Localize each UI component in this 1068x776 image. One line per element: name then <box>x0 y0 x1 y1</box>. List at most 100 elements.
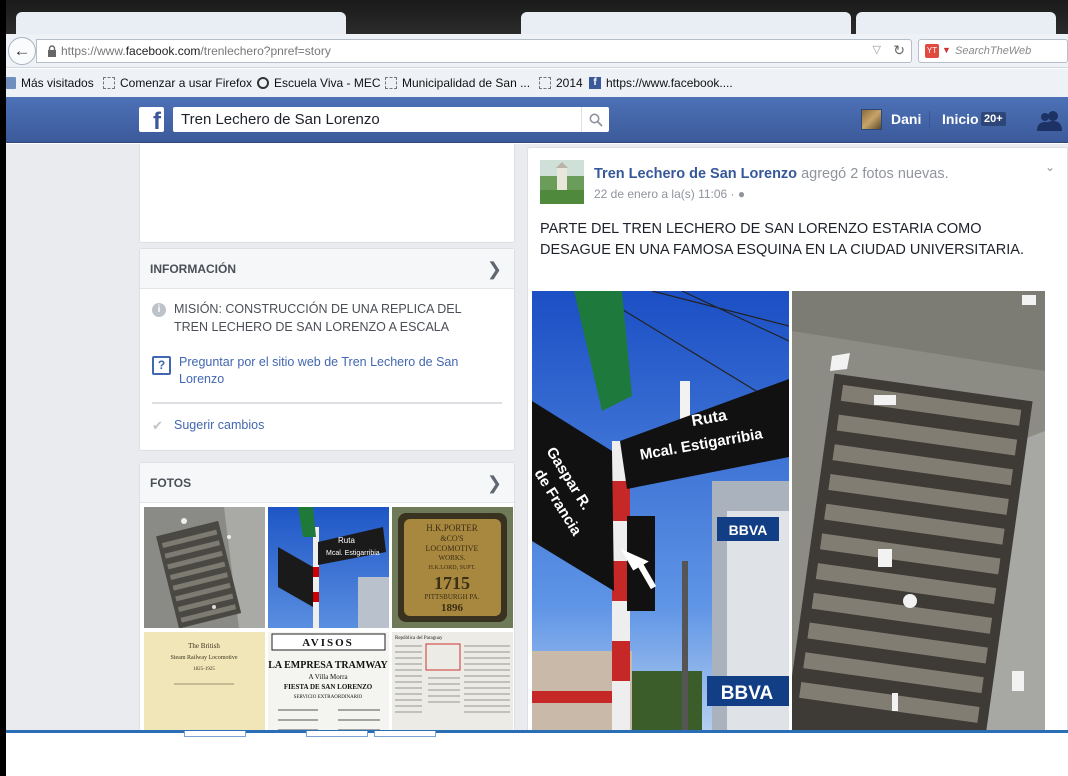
page-content: INFORMACIÓN ❯ i MISIÓN: CONSTRUCCIÓN DE U… <box>6 144 1068 730</box>
browser-tab[interactable] <box>521 12 851 34</box>
bookmark-item[interactable]: Más visitados <box>6 76 94 90</box>
info-icon: i <box>152 303 166 317</box>
tab-strip <box>6 0 1068 34</box>
post-header: Tren Lechero de San Lorenzo agregó 2 fot… <box>594 166 949 182</box>
escuela-icon <box>257 77 269 89</box>
book-text: The British <box>188 642 220 650</box>
reload-icon[interactable]: ↻ <box>893 42 905 59</box>
post-action: agregó 2 fotos nuevas. <box>801 166 949 182</box>
sign-text: Mcal. Estigarribia <box>326 550 380 557</box>
chevron-right-icon[interactable]: ❯ <box>487 473 502 494</box>
taskbar-button[interactable] <box>374 731 436 737</box>
newspaper-text: República del Paraguay <box>395 636 443 641</box>
blank-page-icon <box>539 77 551 89</box>
url-bar[interactable]: https://www.facebook.com/trenlechero?pnr… <box>36 39 912 63</box>
bank-sign: BBVA <box>729 522 768 538</box>
profile-link[interactable]: Dani <box>891 111 921 127</box>
browser-tab[interactable] <box>856 12 1056 34</box>
post-timestamp[interactable]: 22 de enero a la(s) 11:06 <box>594 187 727 201</box>
navigation-bar: ← https://www.facebook.com/trenlechero?p… <box>6 34 1068 68</box>
facebook-search-input[interactable]: Tren Lechero de San Lorenzo <box>173 107 609 132</box>
web-search-box[interactable]: YT ▼ SearchTheWeb <box>918 39 1068 63</box>
facebook-icon: f <box>589 77 601 89</box>
avisos-text: SERVICIO EXTRAORDINARIO <box>294 695 363 700</box>
bookmark-item[interactable]: Municipalidad de San ... <box>385 76 530 90</box>
plate-text: LOCOMOTIVE <box>426 544 479 553</box>
facebook-logo[interactable]: f <box>139 107 164 132</box>
photos-header[interactable]: FOTOS ❯ <box>140 463 514 503</box>
lock-icon <box>48 45 56 57</box>
back-button[interactable]: ← <box>8 37 36 65</box>
suggest-changes-link[interactable]: Sugerir cambios <box>174 418 264 432</box>
brass-plate-photo: H.K.PORTER &CO'S LOCOMOTIVE WORKS. H.K.L… <box>392 507 513 628</box>
bookmark-label: Más visitados <box>21 76 94 90</box>
chevron-down-icon[interactable]: ▼ <box>942 45 951 55</box>
post-photo[interactable] <box>792 291 1045 730</box>
bank-sign: BBVA <box>721 683 774 704</box>
chevron-down-icon[interactable]: ⌄ <box>1045 160 1055 174</box>
friend-requests-icon[interactable] <box>1037 109 1063 131</box>
blank-page-icon <box>385 77 397 89</box>
bookmark-item[interactable]: 2014 <box>539 76 583 90</box>
facebook-search-value: Tren Lechero de San Lorenzo <box>181 111 380 128</box>
back-arrow-icon: ← <box>13 41 31 60</box>
avisos-text: A Villa Morra <box>308 673 348 681</box>
bookmark-label: Municipalidad de San ... <box>402 76 531 90</box>
photo-thumbnail[interactable]: República del Paraguay <box>392 632 513 730</box>
book-text: 1825-1925 <box>193 667 215 672</box>
photo-thumbnail[interactable]: H.K.PORTER &CO'S LOCOMOTIVE WORKS. H.K.L… <box>392 507 513 628</box>
drain-photo <box>144 507 265 628</box>
photo-thumbnail[interactable]: The British Steam Railway Locomotive 182… <box>144 632 265 730</box>
street-signs-photo: BBVA BBVA Ruta Mcal. Estigarribia Gaspar… <box>532 291 789 730</box>
page-name-link[interactable]: Tren Lechero de San Lorenzo <box>594 166 797 182</box>
photo-thumbnail[interactable]: AVISOS LA EMPRESA TRAMWAY A Villa Morra … <box>268 632 389 730</box>
bookmark-item[interactable]: Escuela Viva - MEC <box>257 76 380 90</box>
post-photo[interactable]: BBVA BBVA Ruta Mcal. Estigarribia Gaspar… <box>532 291 789 730</box>
post-card: Tren Lechero de San Lorenzo agregó 2 fot… <box>527 147 1068 730</box>
drain-photo <box>792 291 1045 730</box>
url-dropdown-icon[interactable]: ▽ <box>873 43 881 56</box>
avisos-text: LA EMPRESA TRAMWAY <box>268 660 388 671</box>
book-text: Steam Railway Locomotive <box>171 655 238 661</box>
photos-card: FOTOS ❯ Ruta Mcal. Estigarribia H.K.PORT… <box>139 462 515 730</box>
taskbar-button[interactable] <box>184 731 246 737</box>
bookmark-item[interactable]: Comenzar a usar Firefox <box>103 76 252 90</box>
divider <box>929 111 930 129</box>
blank-page-icon <box>103 77 115 89</box>
search-button[interactable] <box>581 107 609 132</box>
bookmark-label: 2014 <box>556 76 583 90</box>
facebook-header: f Tren Lechero de San Lorenzo Dani Inici… <box>6 97 1068 143</box>
web-search-placeholder: SearchTheWeb <box>955 45 1032 57</box>
divider <box>152 402 502 404</box>
post-meta: 22 de enero a la(s) 11:06 · ● <box>594 187 746 201</box>
question-icon: ? <box>152 356 171 375</box>
info-card: INFORMACIÓN ❯ i MISIÓN: CONSTRUCCIÓN DE U… <box>139 248 515 451</box>
info-header[interactable]: INFORMACIÓN ❯ <box>140 249 514 289</box>
plate-text: H.K.PORTER <box>426 523 477 533</box>
globe-icon: ● <box>737 187 746 201</box>
home-link[interactable]: Inicio <box>942 111 979 127</box>
ask-website-link[interactable]: Preguntar por el sitio web de Tren Leche… <box>179 354 489 388</box>
photo-thumbnail[interactable]: Ruta Mcal. Estigarribia <box>268 507 389 628</box>
taskbar-button[interactable] <box>306 731 368 737</box>
photo-thumbnail[interactable] <box>144 507 265 628</box>
bookmark-item[interactable]: f https://www.facebook.... <box>589 76 733 90</box>
avisos-text: FIESTA DE SAN LORENZO <box>284 683 373 691</box>
street-signs-photo: Ruta Mcal. Estigarribia <box>268 507 389 628</box>
search-engine-icon[interactable]: YT <box>925 44 939 58</box>
search-icon <box>589 113 603 127</box>
avatar[interactable] <box>861 109 882 130</box>
plate-text: &CO'S <box>440 534 463 543</box>
chevron-right-icon[interactable]: ❯ <box>487 259 502 280</box>
plate-text: PITTSBURGH PA. <box>425 593 480 601</box>
mission-text: MISIÓN: CONSTRUCCIÓN DE UNA REPLICA DEL … <box>174 302 462 334</box>
url-text: https://www.facebook.com/trenlechero?pnr… <box>61 44 331 58</box>
newspaper-photo: República del Paraguay <box>392 632 513 730</box>
plate-number: 1715 <box>434 573 470 593</box>
bookmark-label: Comenzar a usar Firefox <box>120 76 253 90</box>
plate-text: H.K.LORD, SUPT. <box>429 565 476 571</box>
plate-year: 1896 <box>441 602 464 614</box>
page-avatar[interactable] <box>540 160 584 204</box>
bookmarks-bar: Más visitados Comenzar a usar Firefox Es… <box>6 69 1068 97</box>
browser-tab[interactable] <box>16 12 346 34</box>
